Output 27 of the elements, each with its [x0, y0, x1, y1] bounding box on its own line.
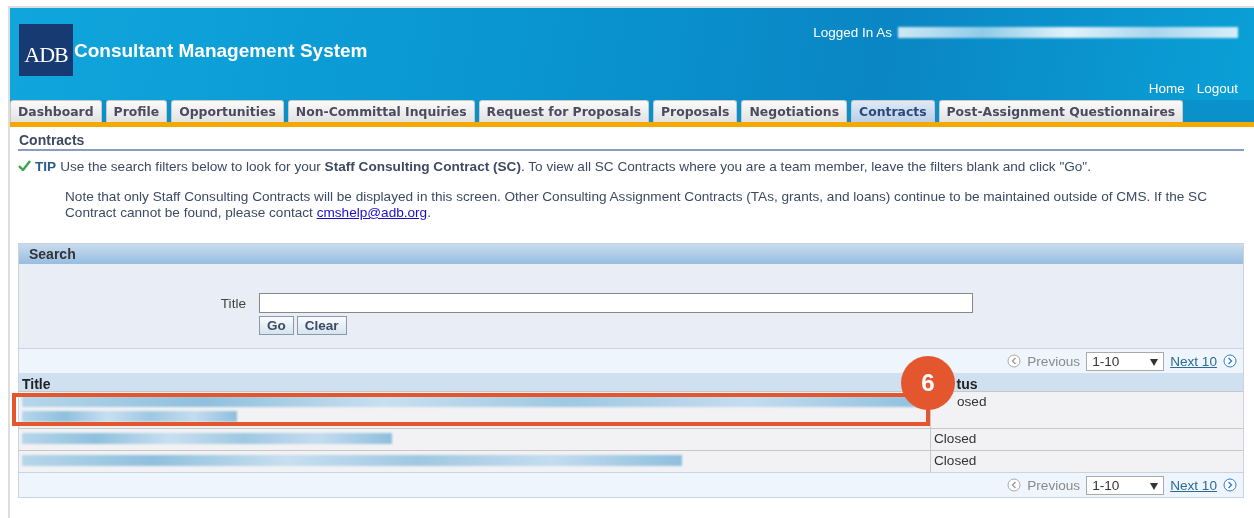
page-title: Contracts [18, 127, 1244, 151]
range-select[interactable]: 1-10 [1086, 351, 1165, 371]
next-link[interactable]: Next 10 [1170, 353, 1217, 369]
nav-tab[interactable]: Proposals [653, 100, 738, 122]
panel-title: Search [19, 244, 1243, 264]
logged-in-label: Logged In As [813, 25, 892, 40]
nav-tab[interactable]: Negotiations [741, 100, 848, 122]
range-select[interactable]: 1-10 [1086, 475, 1165, 495]
note-text: Note that only Staff Consulting Contracts will be displayed in this screen. Other Consulting Assignment Contracts (TAs, grants, and loans) continue to be maintained outside of CMS. If the SC Contract cannot be found, please contact cmshelp@adb.org. [65, 189, 1208, 221]
nav-tab[interactable]: Contracts [851, 100, 935, 122]
next-link[interactable]: Next 10 [1170, 477, 1217, 493]
status-cell: osed [930, 391, 1243, 429]
search-button[interactable]: Clear [296, 316, 347, 335]
nav-tab[interactable]: Dashboard [10, 100, 102, 122]
search-button[interactable]: Go [259, 316, 294, 335]
nav-tab[interactable]: Non-Committal Inquiries [287, 100, 475, 122]
nav-tab[interactable]: Request for Proposals [478, 100, 650, 122]
tip-label: TIP [35, 159, 57, 174]
nav-tab[interactable]: Post-Assignment Questionnaires [938, 100, 1184, 122]
status-cell: Closed [930, 428, 1243, 451]
app-title: Consultant Management System [74, 40, 368, 62]
tip-text: Use the search filters below to look for your Staff Consulting Contract (SC). To view all SC Contracts where you are a team member, leave the filters blank and click "Go". [60, 159, 1091, 174]
nav-tab[interactable]: Opportunities [171, 100, 284, 122]
email-link[interactable]: cmshelp@adb.org [316, 205, 428, 220]
logo: ADB [19, 24, 73, 76]
nav-tab[interactable]: Profile [105, 100, 168, 122]
field-label: Title [219, 295, 246, 311]
